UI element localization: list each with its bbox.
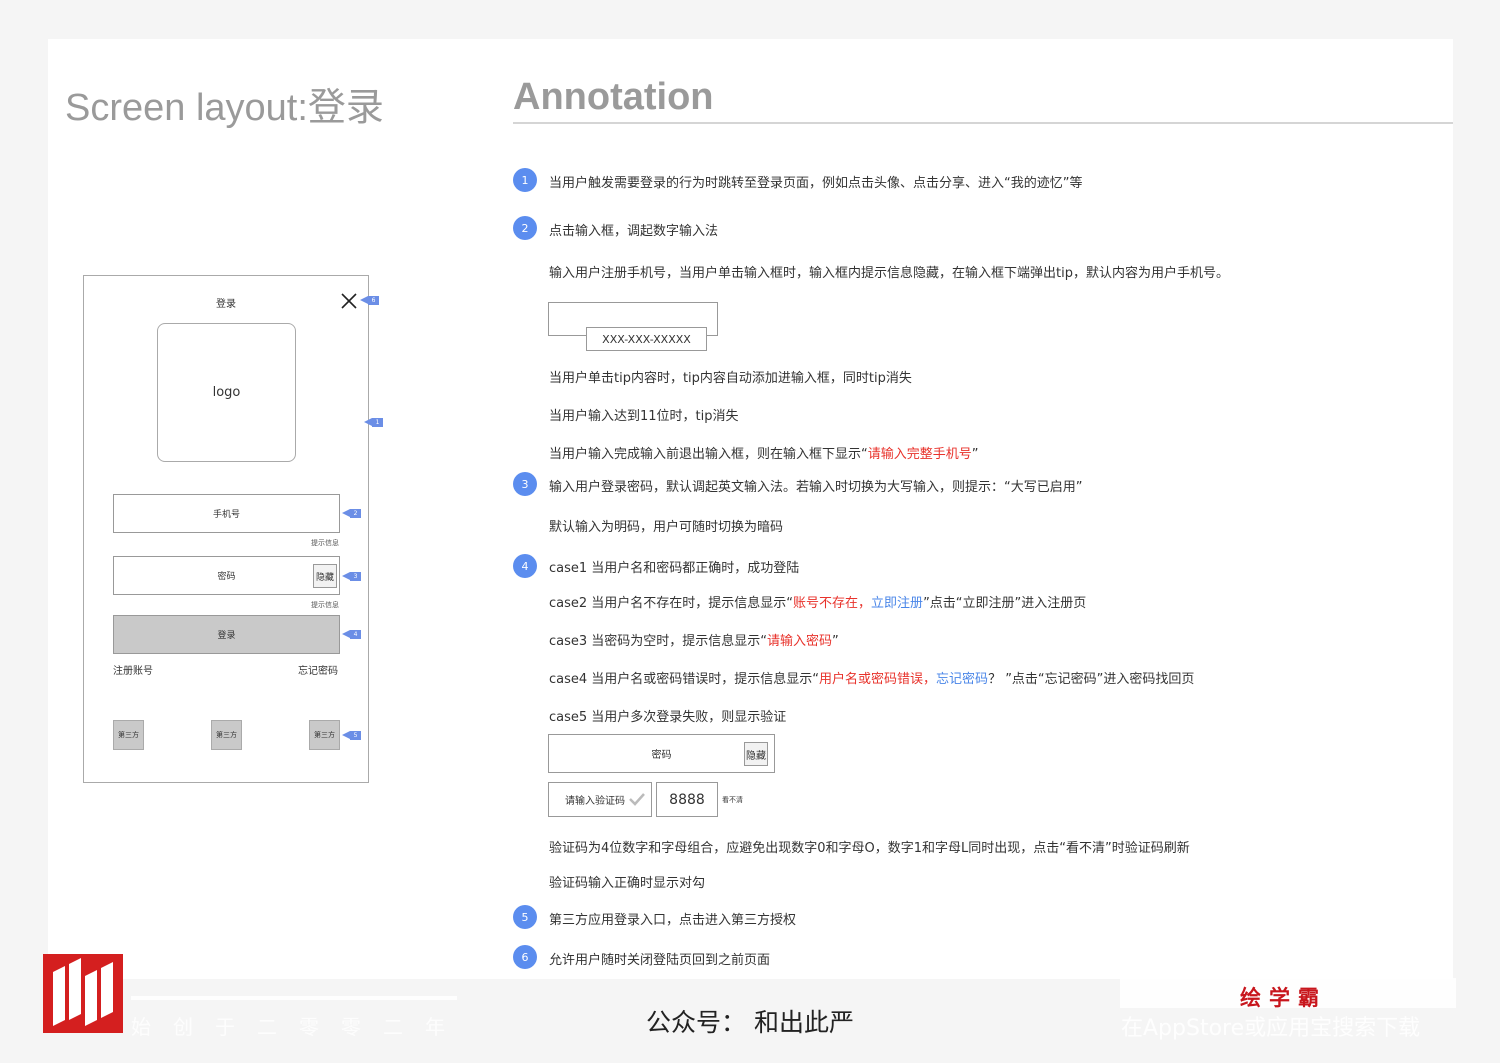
incomplete-suffix: ”	[971, 447, 979, 462]
annotation-text-6: 允许用户随时关闭登陆页回到之前页面	[549, 953, 771, 968]
phone-number-input[interactable]: 手机号	[113, 494, 340, 533]
incomplete-prefix: 当用户输入完成输入前退出输入框，则在输入框下显示“	[549, 447, 868, 462]
official-account-text: 公众号： 和出此严	[646, 1008, 854, 1037]
annotation-case4: case4 当用户名或密码错误时，提示信息显示“用户名或密码错误，忘记密码？ ”…	[549, 668, 1194, 687]
annotation-3-plaintext: 默认输入为明码，用户可随时切换为暗码	[549, 520, 784, 535]
phone-hint-text: 提示信息	[311, 539, 339, 547]
annotation-badge-1: 1	[513, 168, 537, 192]
password-hint-text: 提示信息	[311, 601, 339, 609]
annotation-2-tip-length: 当用户输入达到11位时，tip消失	[549, 409, 739, 424]
annotation-text-2: 点击输入框，调起数字输入法	[549, 224, 719, 239]
screen-layout-title: Screen layout:登录	[65, 87, 384, 129]
third-party-login-2[interactable]: 第三方	[211, 720, 242, 750]
annotation-badge-6: 6	[513, 945, 537, 969]
annotation-case3: case3 当密码为空时，提示信息显示“请输入密码”	[549, 630, 839, 649]
case3-suffix: ”	[832, 634, 839, 649]
tag-arrow-3	[342, 572, 350, 580]
annotation-case2: case2 当用户名不存在时，提示信息显示“账号不存在，立即注册”点击“立即注册…	[549, 592, 1086, 611]
captcha-code-image: 8888	[656, 782, 718, 817]
case4-prefix: case4 当用户名或密码错误时，提示信息显示“	[549, 672, 820, 687]
case3-error-text: 请输入密码	[767, 634, 833, 649]
tag-arrow-6	[360, 296, 368, 304]
title-divider	[513, 122, 1453, 124]
forgot-password-link[interactable]: 忘记密码	[298, 662, 338, 677]
annotation-badge-3: 3	[513, 472, 537, 496]
brand-logo-icon	[43, 954, 123, 1033]
login-button[interactable]: 登录	[113, 615, 340, 654]
tag-arrow-5	[342, 731, 350, 739]
footer-brand-name: 绘学霸	[1240, 986, 1327, 1010]
tip-demo-popup: XXX-XXX-XXXXX	[586, 327, 707, 351]
annotation-badge-5: 5	[513, 905, 537, 929]
case4-forgot-link: 忘记密码	[936, 672, 989, 687]
captcha-refresh-link: 看不清	[722, 796, 743, 804]
annotation-text-5: 第三方应用登录入口，点击进入第三方授权	[549, 913, 797, 928]
case4-error-text: 用户名或密码错误，	[819, 672, 937, 687]
brand-divider	[131, 996, 457, 1000]
tag-arrow-1	[364, 418, 372, 426]
captcha-input-placeholder: 请输入验证码	[565, 796, 625, 807]
captcha-password-label: 密码	[651, 750, 672, 761]
footer-search-hint: 在AppStore或应用宝搜索下载	[1121, 1016, 1421, 1041]
annotation-title: Annotation	[513, 76, 714, 118]
incomplete-error-text: 请输入完整手机号	[867, 447, 972, 462]
brand-tagline: 始创于二零零二年	[131, 1015, 467, 1039]
register-link[interactable]: 注册账号	[113, 662, 153, 677]
annotation-2-tip-click: 当用户单击tip内容时，tip内容自动添加进输入框，同时tip消失	[549, 371, 912, 386]
annotation-text-4: case1 当用户名和密码都正确时，成功登陆	[549, 561, 800, 576]
case2-prefix: case2 当用户名不存在时，提示信息显示“	[549, 596, 794, 611]
password-placeholder: 密码	[217, 572, 236, 582]
annotation-badge-2: 2	[513, 216, 537, 240]
annotation-tag-3: 3	[350, 572, 361, 581]
third-party-login-3[interactable]: 第三方	[309, 720, 340, 750]
login-screen-title: 登录	[216, 299, 236, 310]
captcha-hide-button: 隐藏	[744, 742, 768, 766]
annotation-text-3: 输入用户登录密码，默认调起英文输入法。若输入时切换为大写输入，则提示：“大写已启…	[549, 480, 1083, 495]
close-icon[interactable]	[339, 291, 359, 311]
logo-placeholder: logo	[157, 323, 296, 462]
captcha-demo-input: 请输入验证码	[548, 782, 652, 817]
annotation-text-1: 当用户触发需要登录的行为时跳转至登录页面，例如点击头像、点击分享、进入“我的迹忆…	[549, 176, 1083, 191]
hide-password-button[interactable]: 隐藏	[313, 564, 337, 588]
login-wireframe: 登录 logo 手机号 提示信息 密码 隐藏 提示信息 登录 注册账号 忘记密码…	[83, 275, 369, 783]
case2-error-text: 账号不存在，	[793, 596, 872, 611]
annotation-tag-6: 6	[368, 296, 379, 305]
case4-suffix: ？ ”点击“忘记密码”进入密码找回页	[988, 672, 1195, 687]
annotation-case5: case5 当用户多次登录失败，则显示验证	[549, 710, 787, 725]
annotation-badge-4: 4	[513, 554, 537, 578]
checkmark-icon	[629, 793, 645, 806]
captcha-ok-text: 验证码输入正确时显示对勾	[549, 876, 706, 891]
annotation-2-incomplete: 当用户输入完成输入前退出输入框，则在输入框下显示“请输入完整手机号”	[549, 443, 979, 462]
annotation-tag-1: 1	[372, 418, 383, 427]
tag-arrow-2	[342, 509, 350, 517]
annotation-tag-5: 5	[350, 731, 361, 740]
password-input[interactable]: 密码 隐藏	[113, 556, 340, 595]
annotation-2-tip-behavior: 输入用户注册手机号，当用户单击输入框时，输入框内提示信息隐藏，在输入框下端弹出t…	[549, 266, 1229, 281]
case2-suffix: ”点击“立即注册”进入注册页	[923, 596, 1087, 611]
captcha-demo-password: 密码 隐藏	[548, 734, 775, 773]
case2-register-link: 立即注册	[871, 596, 924, 611]
tag-arrow-4	[342, 630, 350, 638]
case3-prefix: case3 当密码为空时，提示信息显示“	[549, 634, 768, 649]
captcha-rule-text: 验证码为4位数字和字母组合，应避免出现数字0和字母O，数字1和字母L同时出现，点…	[549, 841, 1190, 856]
annotation-tag-2: 2	[350, 509, 361, 518]
annotation-tag-4: 4	[350, 630, 361, 639]
third-party-login-1[interactable]: 第三方	[113, 720, 144, 750]
